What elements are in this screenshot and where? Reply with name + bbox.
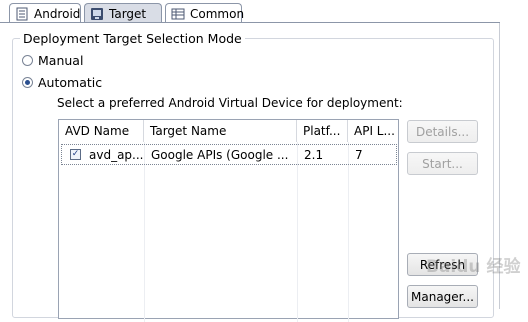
tab-common[interactable]: Common [165, 3, 245, 23]
table-row[interactable]: ✓ avd_ap... Google APIs (Google ... 2.1 … [61, 144, 397, 165]
target-name-value: Google APIs (Google ... [151, 147, 289, 162]
checkmark-icon: ✓ [71, 149, 80, 159]
avd-name-value: avd_ap... [89, 147, 144, 162]
tab-target-label: Target [109, 6, 147, 21]
tab-common-label: Common [190, 6, 245, 21]
column-header-avd-name[interactable]: AVD Name [59, 120, 144, 142]
manager-button[interactable]: Manager... [407, 285, 478, 308]
api-level-value: 7 [355, 147, 363, 162]
tab-strip: Android Target Common [0, 0, 528, 23]
tab-android-label: Android [34, 6, 81, 21]
group-title: Deployment Target Selection Mode [20, 31, 245, 46]
avd-row-checkbox[interactable]: ✓ [70, 149, 81, 160]
platform-value: 2.1 [304, 147, 324, 162]
manual-radio-label[interactable]: Manual [38, 53, 83, 68]
automatic-radio-label[interactable]: Automatic [38, 75, 102, 90]
column-divider [144, 142, 145, 322]
avd-name-cell: ✓ avd_ap... [65, 145, 145, 164]
column-header-api-level[interactable]: API L... [348, 120, 398, 142]
automatic-radio[interactable] [22, 77, 33, 88]
column-divider [348, 142, 349, 322]
column-divider [297, 142, 298, 322]
manual-radio[interactable] [22, 55, 33, 66]
watermark: Baidu 经验 [426, 257, 521, 277]
column-header-platform[interactable]: Platf... [297, 120, 348, 142]
common-tab-icon [170, 6, 186, 22]
tab-target[interactable]: Target [84, 3, 162, 23]
details-button[interactable]: Details... [407, 120, 478, 143]
android-tab-icon [14, 6, 30, 22]
tab-android[interactable]: Android [9, 3, 81, 23]
column-header-target-name[interactable]: Target Name [144, 120, 297, 142]
avd-table[interactable]: AVD Name Target Name Platf... API L... ✓… [58, 119, 399, 322]
start-button[interactable]: Start... [407, 152, 478, 175]
avd-prompt: Select a preferred Android Virtual Devic… [57, 96, 403, 110]
target-tab-icon [89, 6, 105, 22]
